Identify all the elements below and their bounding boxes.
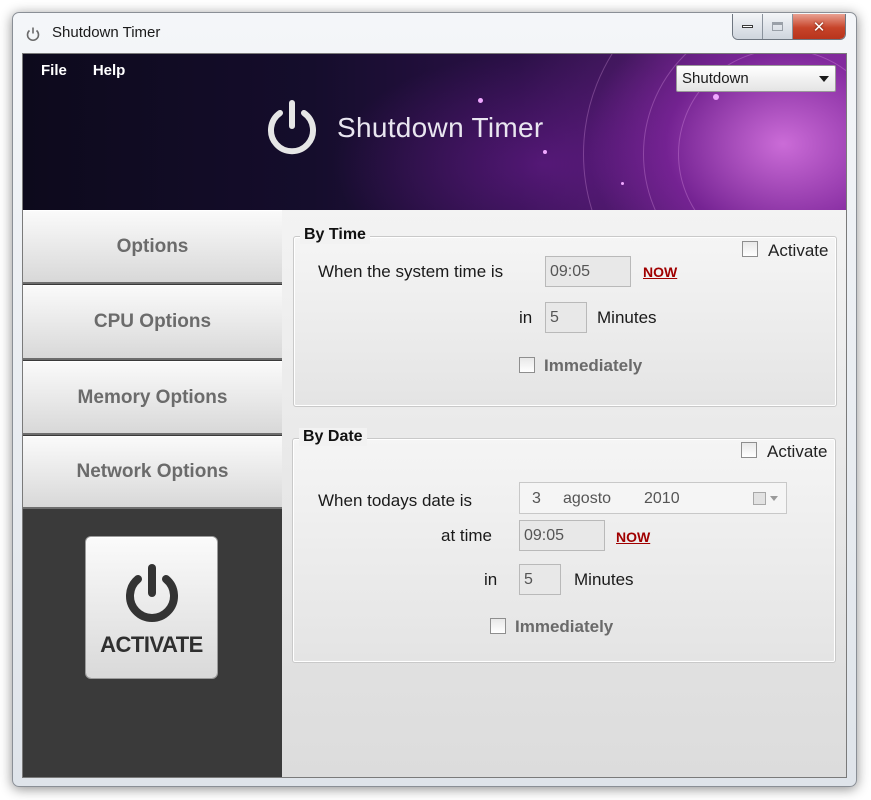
by-time-time-input[interactable]: 09:05 [545,256,631,287]
by-time-now-link[interactable]: NOW [643,264,677,280]
by-date-title: By Date [299,428,367,446]
system-time-label: When the system time is [318,262,504,281]
decor-sparkle [478,98,483,103]
date-label: When todays date is [318,491,473,510]
by-time-immediately-checkbox[interactable] [519,357,535,373]
sidebar-item-label: Options [116,235,189,257]
sidebar-item-label: Network Options [76,461,229,482]
minimize-button[interactable] [733,14,763,39]
power-icon [26,27,40,42]
client-area: File Help Shutdown Timer Shutdown Option… [22,53,847,778]
date-year: 2010 [644,490,680,507]
banner-title: Shutdown Timer [337,112,544,143]
minimize-icon [742,25,753,28]
at-time-label: at time [441,526,493,545]
sidebar-item-cpu-options[interactable]: CPU Options [23,285,282,360]
by-date-now-link[interactable]: NOW [616,529,650,545]
power-icon [268,100,316,155]
window-controls: ✕ [732,14,846,40]
by-date-activate-checkbox[interactable] [741,442,757,458]
close-icon: ✕ [812,18,826,36]
activate-label: ACTIVATE [100,632,203,657]
by-date-minutes-label: Minutes [574,570,634,589]
calendar-icon[interactable] [753,492,766,505]
by-date-time-input[interactable]: 09:05 [519,520,605,551]
by-date-activate-label: Activate [767,442,828,461]
title-bar[interactable]: Shutdown Timer ✕ [13,13,856,53]
decor-sparkle [713,94,719,100]
sidebar-item-options[interactable]: Options [23,210,282,284]
select-value: Shutdown [682,70,749,87]
by-time-in-label: in [519,308,533,327]
by-date-in-label: in [484,570,498,589]
sidebar-item-memory-options[interactable]: Memory Options [23,361,282,435]
activate-button[interactable]: ACTIVATE [86,537,217,678]
decor-sparkle [543,150,547,154]
by-time-minutes-input[interactable]: 5 [545,302,587,333]
maximize-button[interactable] [763,14,793,39]
by-time-activate-checkbox[interactable] [742,241,758,257]
by-date-date-picker[interactable]: 3 agosto 2010 [519,482,787,514]
by-date-immediately-label: Immediately [515,617,614,636]
by-date-minutes-input[interactable]: 5 [519,564,561,595]
by-time-immediately-label: Immediately [544,356,643,375]
close-button[interactable]: ✕ [793,14,845,39]
app-window: Shutdown Timer ✕ File Help Shutdown Time… [12,12,857,787]
date-month: agosto [563,490,612,507]
by-time-activate-label: Activate [768,241,829,260]
shutdown-mode-select[interactable]: Shutdown [676,65,836,92]
chevron-down-icon [819,76,829,82]
by-date-immediately-checkbox[interactable] [490,618,506,634]
chevron-down-icon[interactable] [770,496,778,501]
menu-bar: File Help [41,62,125,79]
decor-sparkle [621,182,624,185]
by-time-title: By Time [300,226,370,244]
maximize-icon [772,22,783,31]
sidebar-item-label: CPU Options [93,311,212,332]
sidebar-item-label: Memory Options [77,386,228,408]
menu-help[interactable]: Help [93,62,126,79]
by-time-minutes-label: Minutes [597,308,657,327]
sidebar: Options CPU Options Memory Options Netwo… [23,210,282,777]
main-content: By Time Activate When the system time is… [282,210,846,777]
date-day: 3 [532,490,541,507]
window-title: Shutdown Timer [52,24,161,41]
header-banner: File Help Shutdown Timer Shutdown [23,54,846,210]
menu-file[interactable]: File [41,62,67,79]
sidebar-item-network-options[interactable]: Network Options [23,436,282,509]
power-icon [126,564,178,622]
